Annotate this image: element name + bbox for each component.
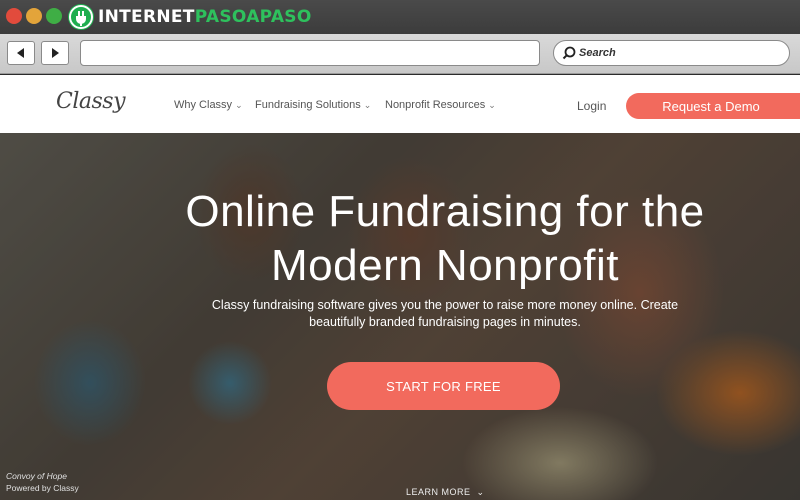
address-bar[interactable]	[80, 40, 540, 66]
maximize-window-button[interactable]	[46, 8, 62, 24]
triangle-left-icon	[17, 48, 24, 58]
back-button[interactable]	[7, 41, 35, 65]
search-field[interactable]: Search	[553, 40, 790, 66]
power-plug-icon	[68, 4, 94, 30]
watermark-prefix: INTERNET	[98, 7, 195, 27]
triangle-right-icon	[52, 48, 59, 58]
photo-credit: Convoy of Hope Powered by Classy	[6, 470, 79, 494]
learn-more-label: LEARN MORE	[406, 487, 471, 497]
hero-title-line2: Modern Nonprofit	[271, 241, 619, 290]
credit-line2: Powered by Classy	[6, 483, 79, 493]
credit-line1: Convoy of Hope	[6, 471, 67, 481]
nav-why-classy[interactable]: Why Classy ⌄	[174, 99, 243, 111]
watermark-text: INTERNETPASOAPASO	[98, 7, 312, 27]
close-window-button[interactable]	[6, 8, 22, 24]
chevron-down-icon: ⌄	[235, 100, 243, 110]
nav-label: Why Classy	[174, 99, 233, 111]
chevron-down-icon: ⌄	[363, 100, 372, 110]
classy-logo[interactable]: Classy	[56, 89, 126, 114]
search-placeholder: Search	[579, 47, 616, 59]
chevron-down-icon: ⌄	[488, 100, 496, 110]
hero-title-line1: Online Fundraising for the	[185, 187, 705, 236]
watermark-logo: INTERNETPASOAPASO	[68, 4, 312, 30]
nav-label: Nonprofit Resources	[385, 99, 486, 111]
browser-toolbar: Search	[0, 34, 800, 74]
hero-subtitle: Classy fundraising software gives you th…	[211, 298, 679, 329]
nav-nonprofit-resources[interactable]: Nonprofit Resources ⌄	[385, 99, 496, 111]
nav-label: Fundraising Solutions	[255, 99, 361, 111]
site-header: Classy Why Classy ⌄ Fundraising Solutions…	[0, 75, 800, 133]
chevron-down-icon: ⌄	[476, 487, 485, 497]
title-bar: INTERNETPASOAPASO	[0, 0, 800, 34]
request-demo-button[interactable]: Request a Demo	[626, 93, 800, 119]
search-icon	[562, 46, 576, 60]
hero-section: Online Fundraising for the Modern Nonpro…	[0, 133, 800, 500]
start-for-free-button[interactable]: START FOR FREE	[327, 362, 560, 410]
learn-more-link[interactable]: LEARN MORE ⌄	[406, 487, 485, 498]
watermark-highlight: PASOAPASO	[194, 7, 312, 27]
login-link[interactable]: Login	[577, 99, 606, 113]
browser-window: INTERNETPASOAPASO Search Classy Why Clas…	[0, 0, 800, 500]
minimize-window-button[interactable]	[26, 8, 42, 24]
forward-button[interactable]	[41, 41, 69, 65]
nav-fundraising-solutions[interactable]: Fundraising Solutions ⌄	[255, 99, 371, 111]
